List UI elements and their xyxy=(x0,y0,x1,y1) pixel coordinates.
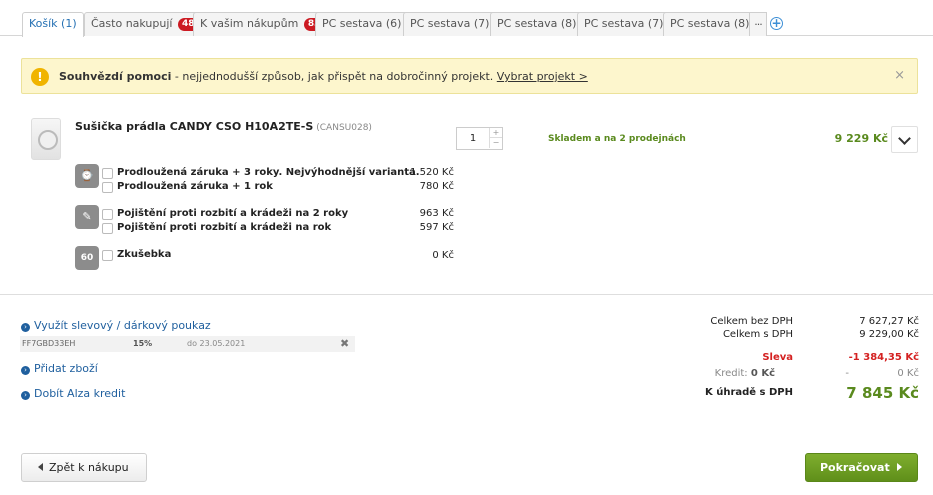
tab-bar: Košík (1) Často nakupují 48 K vašim náku… xyxy=(0,0,933,37)
quantity-stepper[interactable]: 1 + − xyxy=(456,127,503,150)
voucher-row: FF7GBD33EH 15% do 23.05.2021 ✖ xyxy=(20,336,355,352)
arrow-left-icon xyxy=(38,463,43,471)
tab-label: Často nakupují xyxy=(91,17,173,30)
voucher-validity: do 23.05.2021 xyxy=(187,339,246,348)
total-without-vat-label: Celkem bez DPH xyxy=(710,316,793,327)
link-label: Přidat zboží xyxy=(34,362,98,375)
button-label: Zpět k nákupu xyxy=(49,461,129,474)
chevron-right-icon: › xyxy=(21,366,30,375)
total-payable-label: K úhradě s DPH xyxy=(704,387,793,398)
alert-message: - nejjednodušší způsob, jak přispět na d… xyxy=(171,70,497,83)
divider xyxy=(0,294,933,295)
voucher-discount: 15% xyxy=(133,339,153,348)
close-icon[interactable]: × xyxy=(894,69,905,82)
continue-button[interactable]: Pokračovat xyxy=(805,453,918,482)
tab-label: PC sestava (7) xyxy=(410,17,490,30)
choose-project-link[interactable]: Vybrat projekt > xyxy=(497,70,588,83)
tab-related[interactable]: K vašim nákupům 83 xyxy=(193,12,332,36)
add-tab-icon[interactable]: + xyxy=(770,17,783,30)
total-with-vat-label: Celkem s DPH xyxy=(722,329,793,340)
credit-label-text: Kredit: xyxy=(714,368,748,379)
button-label: Pokračovat xyxy=(820,461,890,474)
calendar-icon: 60 xyxy=(75,246,99,270)
product-price: 9 229 Kč xyxy=(834,132,888,145)
product-name[interactable]: Sušička prádla CANDY CSO H10A2TE-S (CANSU… xyxy=(75,120,372,133)
credit-amount: 0 Kč xyxy=(750,368,775,379)
add-item-link[interactable]: › Přidat zboží xyxy=(21,362,98,375)
stock-status: Skladem a na 2 prodejnách xyxy=(548,134,686,144)
tab-label: Košík (1) xyxy=(29,17,77,30)
voucher-link[interactable]: › Využít slevový / dárkový poukaz xyxy=(21,319,211,332)
tab-label: K vašim nákupům xyxy=(200,17,299,30)
chevron-right-icon: › xyxy=(21,323,30,332)
tab-pc-set-1[interactable]: PC sestava (6) xyxy=(315,12,409,36)
charity-alert: ! Souhvězdí pomoci - nejjednodušší způso… xyxy=(21,58,918,94)
quantity-input[interactable]: 1 xyxy=(457,128,489,149)
total-without-vat: 7 627,27 Kč xyxy=(859,316,919,327)
total-with-vat: 9 229,00 Kč xyxy=(859,329,919,340)
service-label: Pojištění proti rozbití a krádeži na rok xyxy=(117,222,332,233)
tab-label: PC sestava (8) xyxy=(670,17,750,30)
service-price: 0 Kč xyxy=(432,250,454,261)
warning-icon: ! xyxy=(31,68,49,86)
warranty-3y-checkbox[interactable] xyxy=(102,168,113,179)
service-label: Prodloužená záruka + 3 roky. Nejvýhodněj… xyxy=(117,167,420,178)
tab-pc-set-2[interactable]: PC sestava (7) xyxy=(403,12,497,36)
product-code: (CANSU028) xyxy=(316,123,372,133)
tab-label: PC sestava (7) xyxy=(584,17,664,30)
tab-more-button[interactable]: ... xyxy=(749,12,767,36)
tab-frequently-bought[interactable]: Často nakupují 48 xyxy=(84,12,206,36)
chevron-right-icon: › xyxy=(21,391,30,400)
credit-value: 0 Kč xyxy=(897,368,919,379)
credit-label: Kredit: 0 Kč xyxy=(575,368,775,379)
increase-button[interactable]: + xyxy=(489,128,502,138)
tab-cart[interactable]: Košík (1) xyxy=(22,12,84,37)
tab-label: PC sestava (6) xyxy=(322,17,402,30)
link-label: Využít slevový / dárkový poukaz xyxy=(34,319,211,332)
back-to-shopping-button[interactable]: Zpět k nákupu xyxy=(21,453,147,482)
link-label: Dobít Alza kredit xyxy=(34,387,126,400)
service-price: 1 520 Kč xyxy=(410,167,454,178)
tab-pc-set-3[interactable]: PC sestava (8) xyxy=(490,12,584,36)
tab-label: PC sestava (8) xyxy=(497,17,577,30)
warranty-1y-checkbox[interactable] xyxy=(102,182,113,193)
product-image[interactable] xyxy=(31,118,61,160)
service-price: 780 Kč xyxy=(419,181,454,192)
trial-checkbox[interactable] xyxy=(102,250,113,261)
arrow-right-icon xyxy=(896,463,902,471)
service-label: Zkušebka xyxy=(117,249,172,260)
total-payable: 7 845 Kč xyxy=(846,384,919,402)
service-label: Pojištění proti rozbití a krádeži na 2 r… xyxy=(117,208,349,219)
product-title[interactable]: Sušička prádla CANDY CSO H10A2TE-S xyxy=(75,120,313,133)
discount-value: -1 384,35 Kč xyxy=(848,352,919,363)
decrease-button[interactable]: − xyxy=(489,138,502,148)
tab-pc-set-4[interactable]: PC sestava (7) xyxy=(577,12,671,36)
service-price: 963 Kč xyxy=(419,208,454,219)
alert-text: Souhvězdí pomoci - nejjednodušší způsob,… xyxy=(59,70,588,83)
topup-credit-link[interactable]: › Dobít Alza kredit xyxy=(21,387,125,400)
service-label: Prodloužená záruka + 1 rok xyxy=(117,181,273,192)
tab-pc-set-5[interactable]: PC sestava (8) xyxy=(663,12,757,36)
alert-title: Souhvězdí pomoci xyxy=(59,70,172,83)
discount-label: Sleva xyxy=(762,352,793,363)
service-price: 597 Kč xyxy=(419,222,454,233)
chevron-down-icon[interactable] xyxy=(891,126,918,153)
insurance-icon: ✎ xyxy=(75,205,99,229)
remove-icon[interactable]: ✖ xyxy=(340,337,349,350)
voucher-code: FF7GBD33EH xyxy=(22,339,76,348)
warranty-icon: ⌚ xyxy=(75,164,99,188)
insurance-1y-checkbox[interactable] xyxy=(102,223,113,234)
insurance-2y-checkbox[interactable] xyxy=(102,209,113,220)
